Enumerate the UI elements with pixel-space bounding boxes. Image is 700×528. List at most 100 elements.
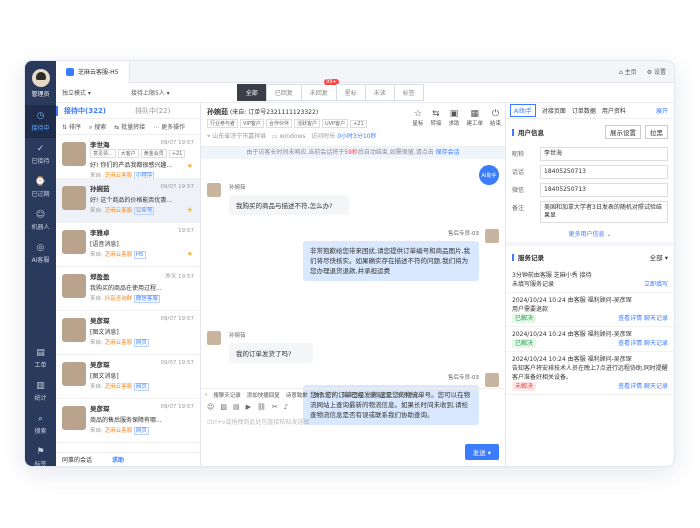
list-tool-3[interactable]: ⋯ 更多操作 [153,122,185,131]
nav-item-8[interactable]: ⚑ 标签 [25,441,56,466]
conversation-item[interactable]: 吴彦琛 09/07 19:57 [图文消息] 来自: 芝麻云客服 网页 [56,355,200,399]
list-tool-0[interactable]: ⇅ 排序 [62,122,81,131]
star-icon[interactable]: ★ [187,162,193,170]
agent-avatar[interactable]: 管理员 [25,61,56,105]
message-input[interactable]: ctrl+v或拖拽到此处可直接粘贴发送图 [201,413,505,430]
mode-value: 独立模式 [62,90,87,97]
message-source: 来自: 芝麻云客服 公众号 [90,207,155,215]
emoji-icon[interactable]: ☺ [207,403,214,411]
quick-reply-5[interactable]: 健康管家 [370,391,392,399]
tab-queue[interactable]: 排队中(22) [129,106,200,116]
video-icon[interactable]: ▶ [246,403,251,411]
segment-4[interactable]: 未读 [364,84,395,101]
quick-reply-0[interactable]: 搜聊天记录 [213,391,241,399]
nav-item-3[interactable]: ☺ 机器人 [25,204,56,237]
block-button[interactable]: 拉黑 [645,125,668,139]
segment-5[interactable]: 标签 [393,84,424,101]
more-user-info-link[interactable]: 更多用户信息 ⌄ [506,225,674,242]
mic-icon[interactable]: ♪ [284,403,288,411]
colleague-sessions[interactable]: 同事的会话 [62,455,92,464]
conversation-item[interactable]: 李世海 09/07 19:57 意见领... 大客户 黄金会员 +21 好! 你们的产品我都… [56,135,200,180]
display-settings-button[interactable]: 展示设置 [605,125,641,139]
service-records-title: 服务记录 全部 ▾ [506,242,674,268]
segment-label: 全部 [245,90,258,97]
side-tab-1[interactable]: 对接页面 [542,106,566,115]
quick-reply-2[interactable]: 诗意致歉 [286,391,308,399]
record-link[interactable]: 查看详情 聊天记录 [618,314,668,323]
field-value[interactable]: 美国和加拿大学者3日发表的随机对照试验结果显 [540,201,668,223]
nav-item-0[interactable]: ◷ 接待中 [25,105,56,138]
records-filter[interactable]: 全部 ▾ [650,252,668,262]
filter-bar: 独立模式 ▾ 接待上限5人 ▾ 全部 已回复 未回复 99+ 星标 未读 标签 [56,79,674,103]
tool-icon: ▣ [449,109,459,119]
chat-tool-1[interactable]: ⇆ 转接 [430,109,441,127]
chat-tool-4[interactable]: ⏻ 结束 [490,109,501,127]
record-link[interactable]: 立即填写 [644,280,668,289]
settings-link[interactable]: ⚙ 设置 [647,67,666,76]
chat-tool-2[interactable]: ▣ 求助 [448,109,459,127]
list-tool-2[interactable]: ⇆ 批量转接 [114,122,145,131]
conversation-item[interactable]: 孙婉茹 09/07 19:57 好! 这个商品的价格能否优惠... 来自: 芝麻云客服… [56,179,200,223]
side-tab-2[interactable]: 订单数据 [572,106,596,115]
nav-icon: ⌕ [37,414,44,424]
nav-item-2[interactable]: ⌚ 已过期 [25,171,56,204]
nav-item-6[interactable]: ▥ 统计 [25,375,56,408]
help-requests[interactable]: 求助 [112,455,124,464]
record-link[interactable]: 查看详情 聊天记录 [618,382,668,391]
record-link[interactable]: 查看详情 聊天记录 [618,339,668,348]
tab-receiving[interactable]: 接待中(322) [56,105,129,116]
side-tab-3[interactable]: 用户资料 [602,106,626,115]
conversation-item[interactable]: 郑盈盈 昨天 19:57 我购买的商品在使用过程... 来自: 抖音咨询群 微信客服 [56,267,200,311]
record-title: 2024/10/24 10:24 由客服 福利顾问-吴彦琛 [512,331,632,338]
nav-item-7[interactable]: ⌕ 搜索 [25,408,56,441]
segment-3[interactable]: 星标 [335,84,366,101]
home-link[interactable]: ⌂ 主页 [619,67,637,76]
quick-reply-1[interactable]: 添加快捷回复 [247,391,280,399]
user-info-title: 用户信息 展示设置 拉黑 [506,119,674,145]
agent-role: 管理员 [31,90,50,98]
field-value[interactable]: 18405250713 [540,165,668,179]
quick-reply-6[interactable]: 快乐伤心 [398,391,420,399]
avatar [62,186,86,210]
save-session-link[interactable]: 保存会话 [436,149,460,156]
nav-item-5[interactable]: ▤ 工单 [25,342,56,375]
side-tab-4[interactable]: 展开 [656,106,674,115]
chat-tool-0[interactable]: ☆ 星标 [412,109,423,127]
quick-reply-3[interactable]: 美食天下 [314,391,336,399]
contact-tag: UVP客户 [321,119,349,128]
nav-item-4[interactable]: ◎ AI客服 [25,237,56,270]
conversation-list: 接待中(322) 排队中(22) ⇅ 排序 ⌕ 搜索 ⇆ 批量转接 ⋯ 更多操作 李世… [56,103,201,466]
source-name: 芝麻云客服 [104,340,133,346]
image-icon[interactable]: ▨ [220,403,227,411]
message-bubble: 我购买的商品与描述不符,怎么办? [229,195,349,215]
quick-reply-4[interactable]: 健康管家 [342,391,364,399]
segment-1[interactable]: 已回复 [265,84,302,101]
segment-0[interactable]: 全部 [236,84,267,101]
send-button[interactable]: 发送 ▾ [464,444,499,460]
contact-time: 09/07 19:57 [160,360,194,366]
segment-2[interactable]: 未回复 99+ [300,79,339,101]
conversation-item[interactable]: 李雅卓 19:57 [语音消息] 来自: 芝麻云客服 H5 ★ [56,223,200,267]
list-tool-1[interactable]: ⌕ 搜索 [89,122,106,132]
side-tab-0[interactable]: AI助手 [510,104,536,117]
star-icon[interactable]: ★ [187,206,193,214]
nav-item-1[interactable]: ✓ 已接待 [25,138,56,171]
nav-label: 工单 [34,362,47,369]
home-label: 主页 [624,69,637,76]
conversation-item[interactable]: 吴彦琛 09/07 19:57 [图文消息] 来自: 芝麻云客服 网页 [56,311,200,355]
app-tab[interactable]: 芝麻云客服-H5 [56,61,130,83]
mode-select[interactable]: 独立模式 ▾ [62,88,91,97]
field-value[interactable]: 李世海 [540,147,668,161]
ai-assistant-button[interactable]: AI助手 [479,165,499,185]
screenshot-icon[interactable]: ✂ [272,403,278,411]
star-icon[interactable]: ★ [187,250,193,258]
field-value[interactable]: 18405250713 [540,183,668,197]
channel-badge: 网页 [133,427,149,435]
conversation-item[interactable]: 吴彦琛 09/07 19:57 商品的售后服务保障有哪... 来自: 芝麻云客服 网页 [56,399,200,443]
chat-tool-3[interactable]: ▦ 建工单 [466,109,483,127]
user-info-heading: 用户信息 [518,129,544,137]
limit-select[interactable]: 接待上限5人 ▾ [131,88,170,97]
link-icon[interactable]: ⛓ [257,403,266,411]
side-tabs: AI助手 对接页面 订单数据 用户资料 展开 [506,103,674,119]
file-icon[interactable]: ▤ [233,403,240,411]
